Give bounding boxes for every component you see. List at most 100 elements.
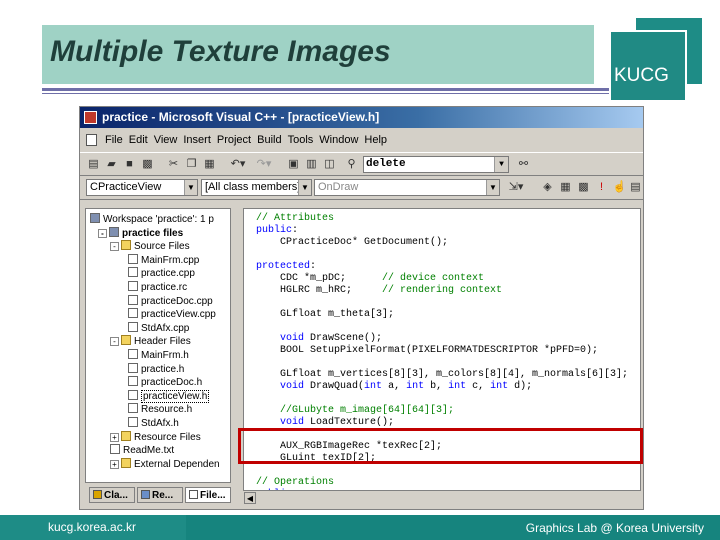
code-keyword: void (280, 381, 305, 392)
output-icon[interactable]: ▥ (304, 157, 319, 171)
function-combo[interactable]: OnDraw ▼ (314, 179, 500, 196)
code-comment: //GLubyte m_image[64][64][3]; (280, 405, 455, 416)
members-combo[interactable]: [All class members] ▼ (201, 179, 312, 196)
file-icon (110, 444, 120, 455)
menu-item-file[interactable]: File (102, 134, 126, 146)
menu-item-build[interactable]: Build (254, 134, 284, 146)
redo-icon[interactable]: ↷▾ (252, 157, 276, 171)
tree-item[interactable]: practiceDoc.cpp (128, 294, 213, 308)
footer-credit: Graphics Lab @ Korea University (525, 521, 704, 535)
scroll-left-icon[interactable]: ◀ (244, 492, 256, 504)
tree-item-label: practice.rc (141, 282, 188, 293)
cut-icon[interactable]: ✂ (166, 157, 181, 171)
chevron-down-icon[interactable]: ▼ (298, 180, 311, 195)
code-text: BOOL SetupPixelFormat(PIXELFORMATDESCRIP… (256, 345, 599, 356)
code-text: b, (424, 381, 449, 392)
tab-resourceview[interactable]: Re... (137, 487, 183, 503)
file-icon (128, 294, 138, 305)
collapse-icon[interactable]: - (110, 337, 119, 347)
tab-fileview[interactable]: File... (185, 487, 231, 503)
wizard-bar: CPracticeView ▼ [All class members] ▼ On… (80, 176, 643, 200)
tree-item[interactable]: practiceView.cpp (128, 308, 216, 321)
class-combo[interactable]: CPracticeView ▼ (86, 179, 198, 196)
menu-item-window[interactable]: Window (316, 134, 361, 146)
menu-item-insert[interactable]: Insert (180, 134, 214, 146)
tree-item[interactable]: practice.h (128, 362, 184, 376)
menu-item-view[interactable]: View (151, 134, 181, 146)
menu-item-tools[interactable]: Tools (285, 134, 317, 146)
code-text: GLfloat m_vertices[8][3], m_colors[8][4]… (256, 369, 629, 380)
tree-item[interactable]: ReadMe.txt (110, 444, 174, 457)
horizontal-scrollbar[interactable]: ◀ (243, 490, 641, 504)
footer-left: kucg.korea.ac.kr (0, 515, 186, 540)
paste-icon[interactable]: ▦ (202, 157, 217, 171)
tree-item[interactable]: StdAfx.h (128, 417, 179, 430)
code-line: // Attributes (256, 213, 334, 225)
collapse-icon[interactable]: - (110, 242, 119, 252)
tree-item-label: Resource.h (141, 404, 193, 416)
folder-icon (121, 457, 131, 468)
new-text-file-icon[interactable]: ▤ (86, 157, 101, 171)
tree-item[interactable]: Workspace 'practice': 1 p (90, 213, 214, 226)
menu-item-edit[interactable]: Edit (126, 134, 151, 146)
code-keyword: public (256, 225, 293, 236)
tree-item[interactable]: - practice files (98, 226, 183, 240)
find-in-files-icon[interactable]: ⚲ (344, 157, 359, 171)
resource-view-icon (141, 490, 150, 499)
footer-right: Graphics Lab @ Korea University (186, 515, 720, 540)
find-combo[interactable]: delete ▼ (363, 156, 509, 173)
insert-breakpoint-icon[interactable]: ▤ (628, 180, 643, 194)
window-titlebar: practice - Microsoft Visual C++ - [pract… (80, 107, 643, 128)
workspace-icon (90, 213, 100, 223)
project-icon (109, 226, 119, 237)
save-all-icon[interactable]: ▩ (140, 157, 155, 171)
code-keyword: void (280, 417, 305, 428)
tree-item[interactable]: MainFrm.h (128, 349, 189, 362)
expand-icon[interactable]: + (110, 432, 119, 442)
chevron-down-icon[interactable]: ▼ (494, 157, 508, 172)
copy-icon[interactable]: ❐ (184, 157, 199, 171)
expand-icon[interactable]: + (110, 459, 119, 469)
compile-icon[interactable]: ◈ (540, 180, 555, 194)
app-icon (84, 111, 97, 124)
tab-classview[interactable]: Cla... (89, 487, 135, 503)
workspace-icon[interactable]: ▣ (286, 157, 301, 171)
tree-item[interactable]: + External Dependen (110, 457, 220, 471)
tree-item[interactable]: MainFrm.cpp (128, 253, 199, 267)
tree-item[interactable]: Resource.h (128, 403, 192, 416)
tree-item[interactable]: practiceDoc.h (128, 376, 202, 389)
tree-item[interactable]: practice.cpp (128, 267, 195, 280)
logo-text: KUCG (614, 65, 669, 86)
code-line: GLfloat m_theta[3]; (256, 309, 394, 321)
tree-item-label: ReadMe.txt (123, 445, 175, 457)
workspace-tree[interactable]: Workspace 'practice': 1 p - practice files… (85, 208, 231, 483)
execute-icon[interactable]: ! (594, 180, 609, 194)
window-list-icon[interactable]: ◫ (322, 157, 337, 171)
build-icon[interactable]: ▦ (558, 180, 573, 194)
document-icon[interactable] (86, 134, 97, 146)
tree-item-label: MainFrm.h (141, 350, 189, 361)
code-text: DrawQuad( (304, 381, 365, 392)
tree-item[interactable]: practiceView.h (128, 389, 210, 403)
tree-item[interactable]: StdAfx.cpp (128, 321, 189, 335)
tree-item[interactable]: - Source Files (110, 240, 190, 253)
file-icon (128, 362, 138, 373)
menu-item-project[interactable]: Project (214, 134, 254, 146)
tree-item[interactable]: - Header Files (110, 335, 191, 348)
breakpoint-hand-icon[interactable]: ☝ (612, 180, 627, 194)
code-text: GLfloat m_theta[3]; (256, 309, 395, 320)
undo-icon[interactable]: ↶▾ (226, 157, 250, 171)
open-icon[interactable]: ▰ (104, 157, 119, 171)
collapse-icon[interactable]: - (98, 228, 107, 238)
footer-url: kucg.korea.ac.kr (48, 520, 137, 534)
build-all-icon[interactable]: ▩ (576, 180, 591, 194)
tree-item[interactable]: + Resource Files (110, 430, 201, 444)
save-icon[interactable]: ■ (122, 157, 137, 171)
wizard-action-icon[interactable]: ⇲▾ (504, 180, 528, 194)
tree-item[interactable]: practice.rc (128, 281, 187, 294)
chevron-down-icon[interactable]: ▼ (184, 180, 197, 195)
menu-item-help[interactable]: Help (361, 134, 390, 146)
tab-resourceview-label: Re... (152, 490, 174, 501)
chevron-down-icon[interactable]: ▼ (486, 180, 499, 195)
find-icon[interactable]: ⚯ (516, 157, 531, 171)
